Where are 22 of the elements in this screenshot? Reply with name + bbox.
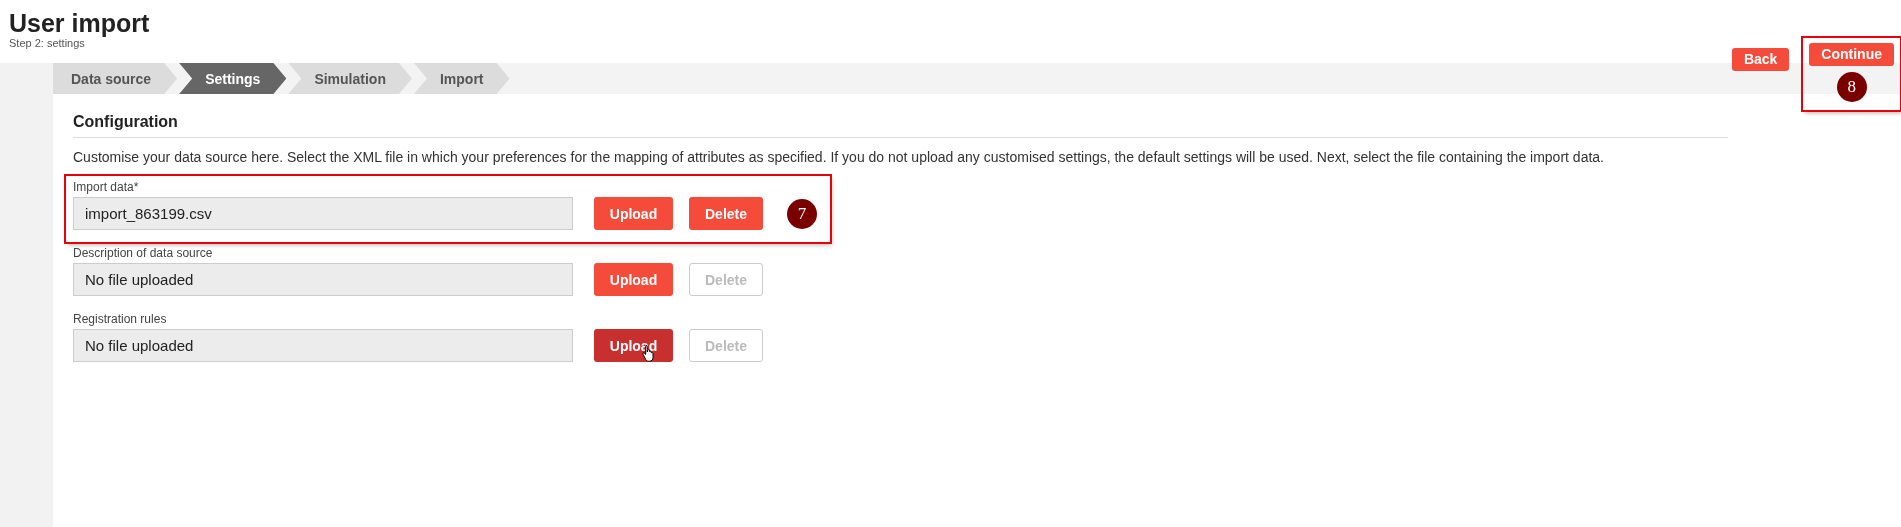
step-tab[interactable]: Simulation [288, 63, 412, 94]
continue-button[interactable]: Continue [1809, 42, 1894, 66]
upload-button[interactable]: Upload [594, 197, 673, 230]
field-label: Description of data source [73, 246, 214, 260]
section-title: Configuration [73, 113, 1728, 138]
callout-number: 8 [1836, 71, 1867, 102]
file-field[interactable]: import_863199.csv [73, 197, 573, 230]
delete-button[interactable]: Delete [689, 197, 763, 230]
back-button[interactable]: Back [1731, 47, 1790, 71]
page-title: User import [9, 10, 151, 37]
file-field[interactable]: No file uploaded [73, 329, 573, 362]
section-description: Customise your data source here. Select the XML file in which your preferences for the mapping of attributes as specified. If you do not upload any customised settings, the default settings will be used. Next, select the file containing the import data. [73, 149, 1604, 166]
file-field[interactable]: No file uploaded [73, 263, 573, 296]
page-subtitle: Step 2: settings [9, 37, 86, 50]
field-label: Registration rules [73, 312, 168, 326]
step-tab[interactable]: Settings [179, 63, 287, 94]
step-tab[interactable]: Data source [53, 63, 178, 94]
upload-button[interactable]: Upload [594, 263, 673, 296]
callout-number: 7 [787, 198, 817, 229]
field-label: Import data* [73, 180, 140, 194]
upload-button[interactable]: Upload [594, 329, 673, 362]
step-tab[interactable]: Import [413, 63, 510, 94]
